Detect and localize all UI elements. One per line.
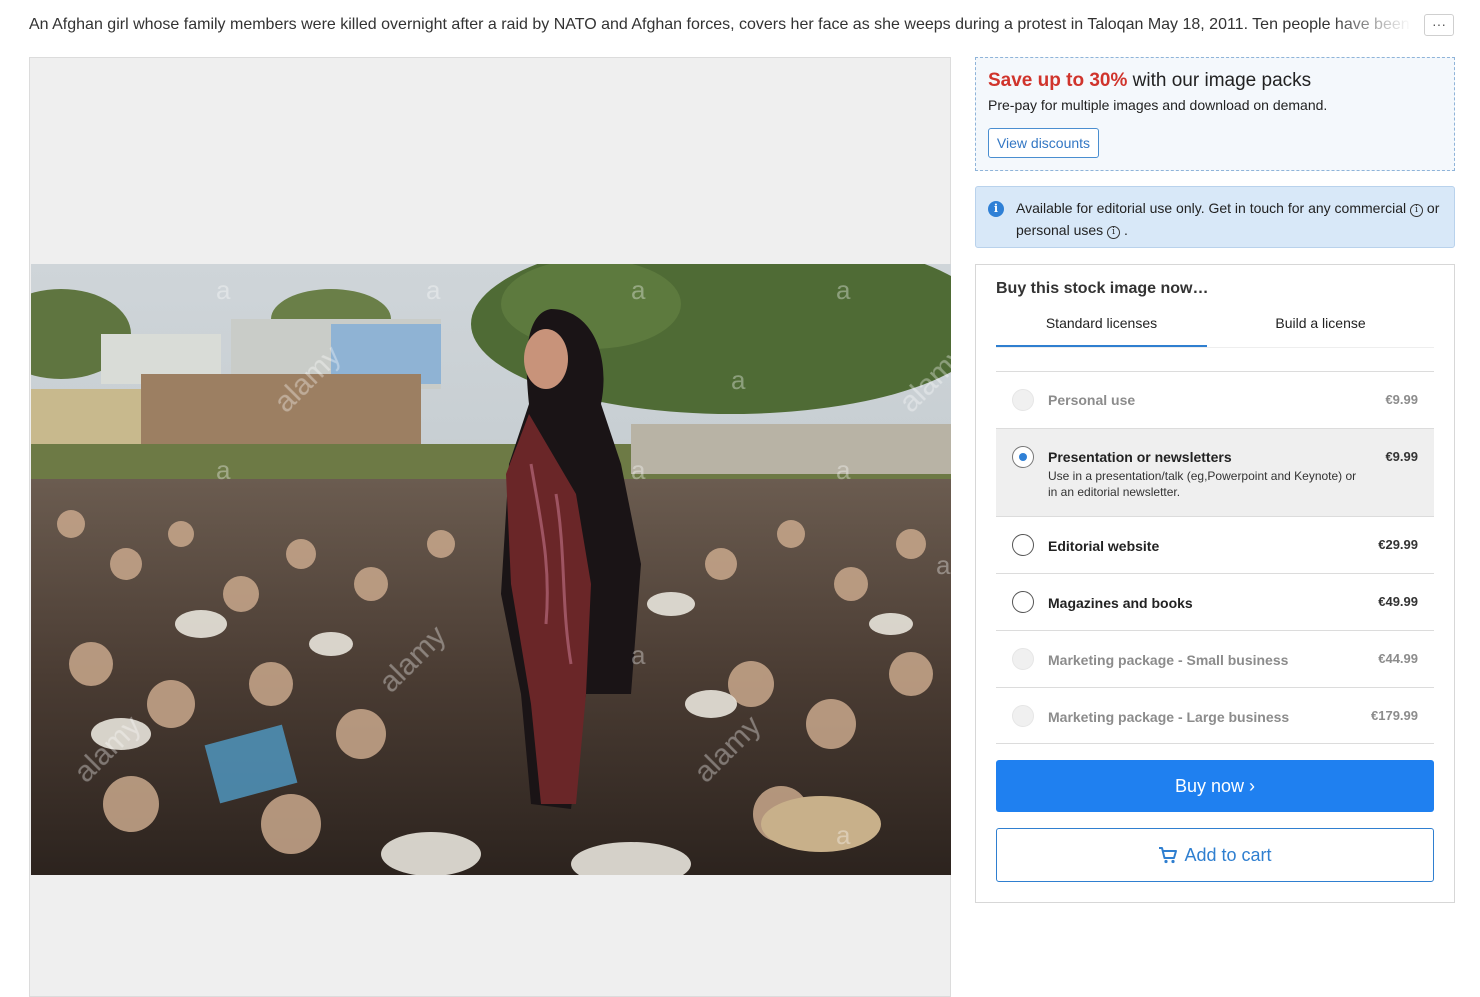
packs-title-rest: with our image packs bbox=[1127, 70, 1312, 91]
license-name: Editorial website bbox=[1048, 538, 1160, 554]
license-price: €9.99 bbox=[1385, 392, 1418, 407]
watermark-letter: a bbox=[216, 455, 231, 485]
license-name: Presentation or newsletters bbox=[1048, 449, 1232, 465]
notice-text: Available for editorial use only. Get in… bbox=[1016, 197, 1446, 241]
license-name: Magazines and books bbox=[1048, 595, 1193, 611]
notice-text-part: . bbox=[1120, 222, 1128, 238]
watermark-letter: a bbox=[216, 275, 231, 305]
watermark-letter: a bbox=[426, 275, 441, 305]
license-option-magazines-books[interactable]: Magazines and books €49.99 bbox=[996, 573, 1434, 630]
watermark-letter: a bbox=[731, 365, 746, 395]
license-name: Marketing package - Small business bbox=[1048, 652, 1289, 668]
notice-text-part: Available for editorial use only. Get in… bbox=[1016, 200, 1411, 216]
tab-build-license[interactable]: Build a license bbox=[1212, 315, 1429, 331]
license-price: €29.99 bbox=[1378, 537, 1418, 552]
photo-illustration: a a a a a a a a a a a alamy alamy alamy … bbox=[31, 264, 951, 875]
cart-icon bbox=[1159, 847, 1178, 864]
caption-fade bbox=[1330, 12, 1425, 38]
watermark-letter: a bbox=[836, 455, 851, 485]
tab-divider bbox=[996, 347, 1434, 348]
packs-title: Save up to 30% with our image packs bbox=[988, 70, 1311, 92]
packs-subtitle: Pre-pay for multiple images and download… bbox=[988, 97, 1328, 113]
license-description: Use in a presentation/talk (eg,Powerpoin… bbox=[1048, 469, 1357, 499]
radio-button[interactable] bbox=[1012, 534, 1034, 556]
options-divider bbox=[996, 743, 1434, 744]
radio-button[interactable] bbox=[1012, 389, 1034, 411]
caption-more-button[interactable]: ··· bbox=[1424, 14, 1454, 36]
view-discounts-button[interactable]: View discounts bbox=[988, 128, 1099, 158]
image-caption: An Afghan girl whose family members were… bbox=[29, 16, 1419, 33]
image-packs-promo: Save up to 30% with our image packs Pre-… bbox=[975, 57, 1455, 171]
packs-highlight: Save up to 30% bbox=[988, 70, 1128, 91]
personal-info-icon[interactable]: i bbox=[1107, 226, 1121, 239]
watermark-letter: a bbox=[631, 640, 646, 670]
license-price: €44.99 bbox=[1378, 651, 1418, 666]
add-to-cart-label: Add to cart bbox=[1184, 845, 1272, 865]
watermark-letter: a bbox=[631, 275, 646, 305]
license-option-marketing-small[interactable]: Marketing package - Small business €44.9… bbox=[996, 630, 1434, 687]
buy-now-button[interactable]: Buy now › bbox=[996, 760, 1434, 812]
license-name: Personal use bbox=[1048, 392, 1136, 408]
license-price: €49.99 bbox=[1378, 594, 1418, 609]
watermark-letter: a bbox=[631, 455, 646, 485]
buy-title: Buy this stock image now… bbox=[996, 280, 1209, 297]
watermark-letter: a bbox=[836, 275, 851, 305]
license-price: €9.99 bbox=[1385, 449, 1418, 464]
license-option-marketing-large[interactable]: Marketing package - Large business €179.… bbox=[996, 687, 1434, 744]
stock-photo[interactable]: a a a a a a a a a a a alamy alamy alamy … bbox=[31, 264, 951, 875]
radio-button[interactable] bbox=[1012, 705, 1034, 727]
tab-standard-licenses[interactable]: Standard licenses bbox=[996, 315, 1207, 331]
info-icon: i bbox=[988, 201, 1004, 217]
radio-button[interactable] bbox=[1012, 591, 1034, 613]
commercial-info-icon[interactable]: i bbox=[1410, 204, 1424, 217]
license-option-editorial-website[interactable]: Editorial website €29.99 bbox=[996, 516, 1434, 573]
radio-button-selected[interactable] bbox=[1012, 446, 1034, 468]
active-tab-indicator bbox=[996, 345, 1207, 347]
watermark-letter: a bbox=[836, 820, 851, 850]
license-price: €179.99 bbox=[1371, 708, 1418, 723]
license-name: Marketing package - Large business bbox=[1048, 709, 1290, 725]
add-to-cart-button[interactable]: Add to cart bbox=[996, 828, 1434, 882]
license-option-presentation[interactable]: Presentation or newsletters Use in a pre… bbox=[996, 428, 1434, 516]
buy-panel: Buy this stock image now… Standard licen… bbox=[975, 264, 1455, 903]
watermark-letter: a bbox=[936, 550, 951, 580]
radio-button[interactable] bbox=[1012, 648, 1034, 670]
image-viewer: a a a a a a a a a a a alamy alamy alamy … bbox=[29, 57, 951, 997]
editorial-use-notice: i Available for editorial use only. Get … bbox=[975, 186, 1455, 248]
license-option-personal-use[interactable]: Personal use €9.99 bbox=[996, 371, 1434, 428]
